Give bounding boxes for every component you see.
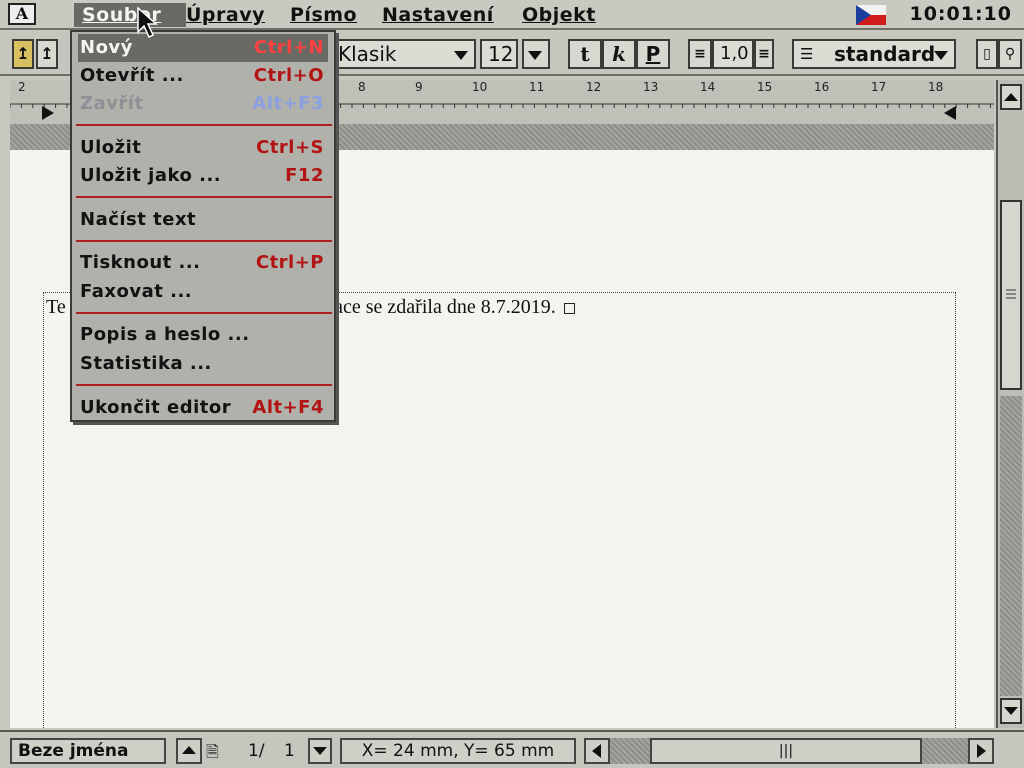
page-down-icon: [313, 747, 327, 755]
menu-upravy[interactable]: Úpravy: [178, 3, 273, 27]
ruler-number: 9: [415, 80, 423, 94]
page-icon: 🗎: [206, 742, 219, 761]
vertical-scroll-thumb[interactable]: [1000, 200, 1022, 390]
page-down-button[interactable]: [308, 738, 332, 764]
file-menu-dropdown: Nový Ctrl+N Otevřít ... Ctrl+O Zavřít Alt+F…: [70, 30, 336, 422]
paragraph-mark-icon: [563, 302, 575, 314]
menu-nastaveni[interactable]: Nastavení: [374, 3, 502, 27]
ruler-number: 2: [18, 80, 26, 94]
horizontal-scroll-thumb[interactable]: |||: [650, 738, 922, 764]
scroll-right-icon: [977, 744, 986, 758]
page-total: 1: [284, 741, 295, 761]
align-top-button[interactable]: ↥: [12, 39, 34, 69]
ruler-number: 8: [358, 80, 366, 94]
ruler-number: 17: [871, 80, 887, 94]
ruler-number: 14: [700, 80, 716, 94]
menu-item-novy[interactable]: Nový Ctrl+N: [78, 34, 328, 62]
line-spacing-field[interactable]: 1,0: [712, 39, 754, 69]
horizontal-scroll-track[interactable]: [610, 738, 650, 764]
grip-icon: [1006, 289, 1016, 299]
horizontal-scroll-track-right[interactable]: [922, 738, 968, 764]
app-icon[interactable]: A: [8, 3, 36, 25]
vertical-scroll-track[interactable]: [1000, 396, 1022, 696]
menu-soubor[interactable]: Soubor: [74, 3, 186, 27]
menu-item-tisknout[interactable]: Tisknout ... Ctrl+P: [78, 249, 328, 277]
line-spacing-icon[interactable]: ≡: [688, 39, 712, 69]
ruler-number: 16: [814, 80, 830, 94]
status-bar: Beze jména 🗎 1/ 1 X= 24 mm, Y= 65 mm |||: [0, 730, 1024, 768]
font-size-dropdown[interactable]: [522, 39, 550, 69]
menu-item-ulozit[interactable]: Uložit Ctrl+S: [78, 134, 328, 162]
font-size-field[interactable]: 12: [480, 39, 518, 69]
ruler-number: 18: [928, 80, 944, 94]
ruler-number: 15: [757, 80, 773, 94]
ruler-number: 11: [529, 80, 545, 94]
cursor-position: X= 24 mm, Y= 65 mm: [340, 738, 576, 764]
menu-separator: [76, 312, 332, 314]
scroll-up-icon: [1004, 93, 1018, 101]
italic-button[interactable]: k: [602, 39, 636, 69]
clock: 10:01:10: [909, 3, 1012, 25]
mouse-pointer-icon: [137, 6, 158, 39]
zoom-icon[interactable]: ⚲: [998, 39, 1022, 69]
menu-item-statistika[interactable]: Statistika ...: [78, 350, 328, 378]
menu-separator: [76, 196, 332, 198]
ruler-number: 12: [586, 80, 602, 94]
font-name-select[interactable]: Klasik: [330, 39, 476, 69]
scroll-up-button[interactable]: [1000, 84, 1022, 110]
menu-separator: [76, 240, 332, 242]
scroll-right-button[interactable]: [968, 738, 994, 764]
left-indent-marker-icon[interactable]: [42, 106, 54, 120]
menu-item-popis-a-heslo[interactable]: Popis a heslo ...: [78, 321, 328, 349]
bold-button[interactable]: t: [568, 39, 602, 69]
menu-item-nacist-text[interactable]: Načíst text: [78, 206, 328, 234]
vertical-scrollbar[interactable]: [996, 80, 1024, 728]
paragraph-style-icon: ☰: [800, 45, 814, 63]
align-up-button[interactable]: ↥: [36, 39, 58, 69]
ruler-number: 10: [472, 80, 488, 94]
menu-item-zavrit: Zavřít Alt+F3: [80, 93, 324, 114]
page-current: 1/: [248, 741, 265, 761]
document-text-start: Te: [46, 296, 66, 318]
menu-item-otevrit[interactable]: Otevřít ... Ctrl+O: [78, 62, 328, 90]
scroll-down-button[interactable]: [1000, 698, 1022, 724]
page-up-button[interactable]: [176, 738, 202, 764]
scroll-down-icon: [1004, 707, 1018, 715]
filename-field: Beze jména: [10, 738, 166, 764]
page-up-icon: [182, 746, 196, 754]
line-spacing-toggle-icon[interactable]: ≡: [754, 39, 774, 69]
menu-item-faxovat[interactable]: Faxovat ...: [78, 278, 328, 306]
menu-separator: [76, 124, 332, 126]
menu-item-ulozit-jako[interactable]: Uložit jako ... F12: [78, 162, 328, 190]
scroll-left-button[interactable]: [584, 738, 610, 764]
ruler-number: 13: [643, 80, 659, 94]
menu-separator: [76, 384, 332, 386]
underline-button[interactable]: P: [636, 39, 670, 69]
document-text-end: alace se zdařila dne 8.7.2019.: [319, 296, 556, 318]
right-indent-marker-icon[interactable]: [944, 106, 956, 120]
paragraph-style-select[interactable]: standard: [792, 39, 956, 69]
scroll-left-icon: [592, 744, 601, 758]
menu-item-ukoncit-editor[interactable]: Ukončit editor Alt+F4: [78, 394, 328, 422]
page-view-icon[interactable]: ▯: [976, 39, 998, 69]
czech-flag-icon[interactable]: [856, 5, 886, 25]
menu-objekt[interactable]: Objekt: [514, 3, 604, 27]
menu-pismo[interactable]: Písmo: [282, 3, 365, 27]
